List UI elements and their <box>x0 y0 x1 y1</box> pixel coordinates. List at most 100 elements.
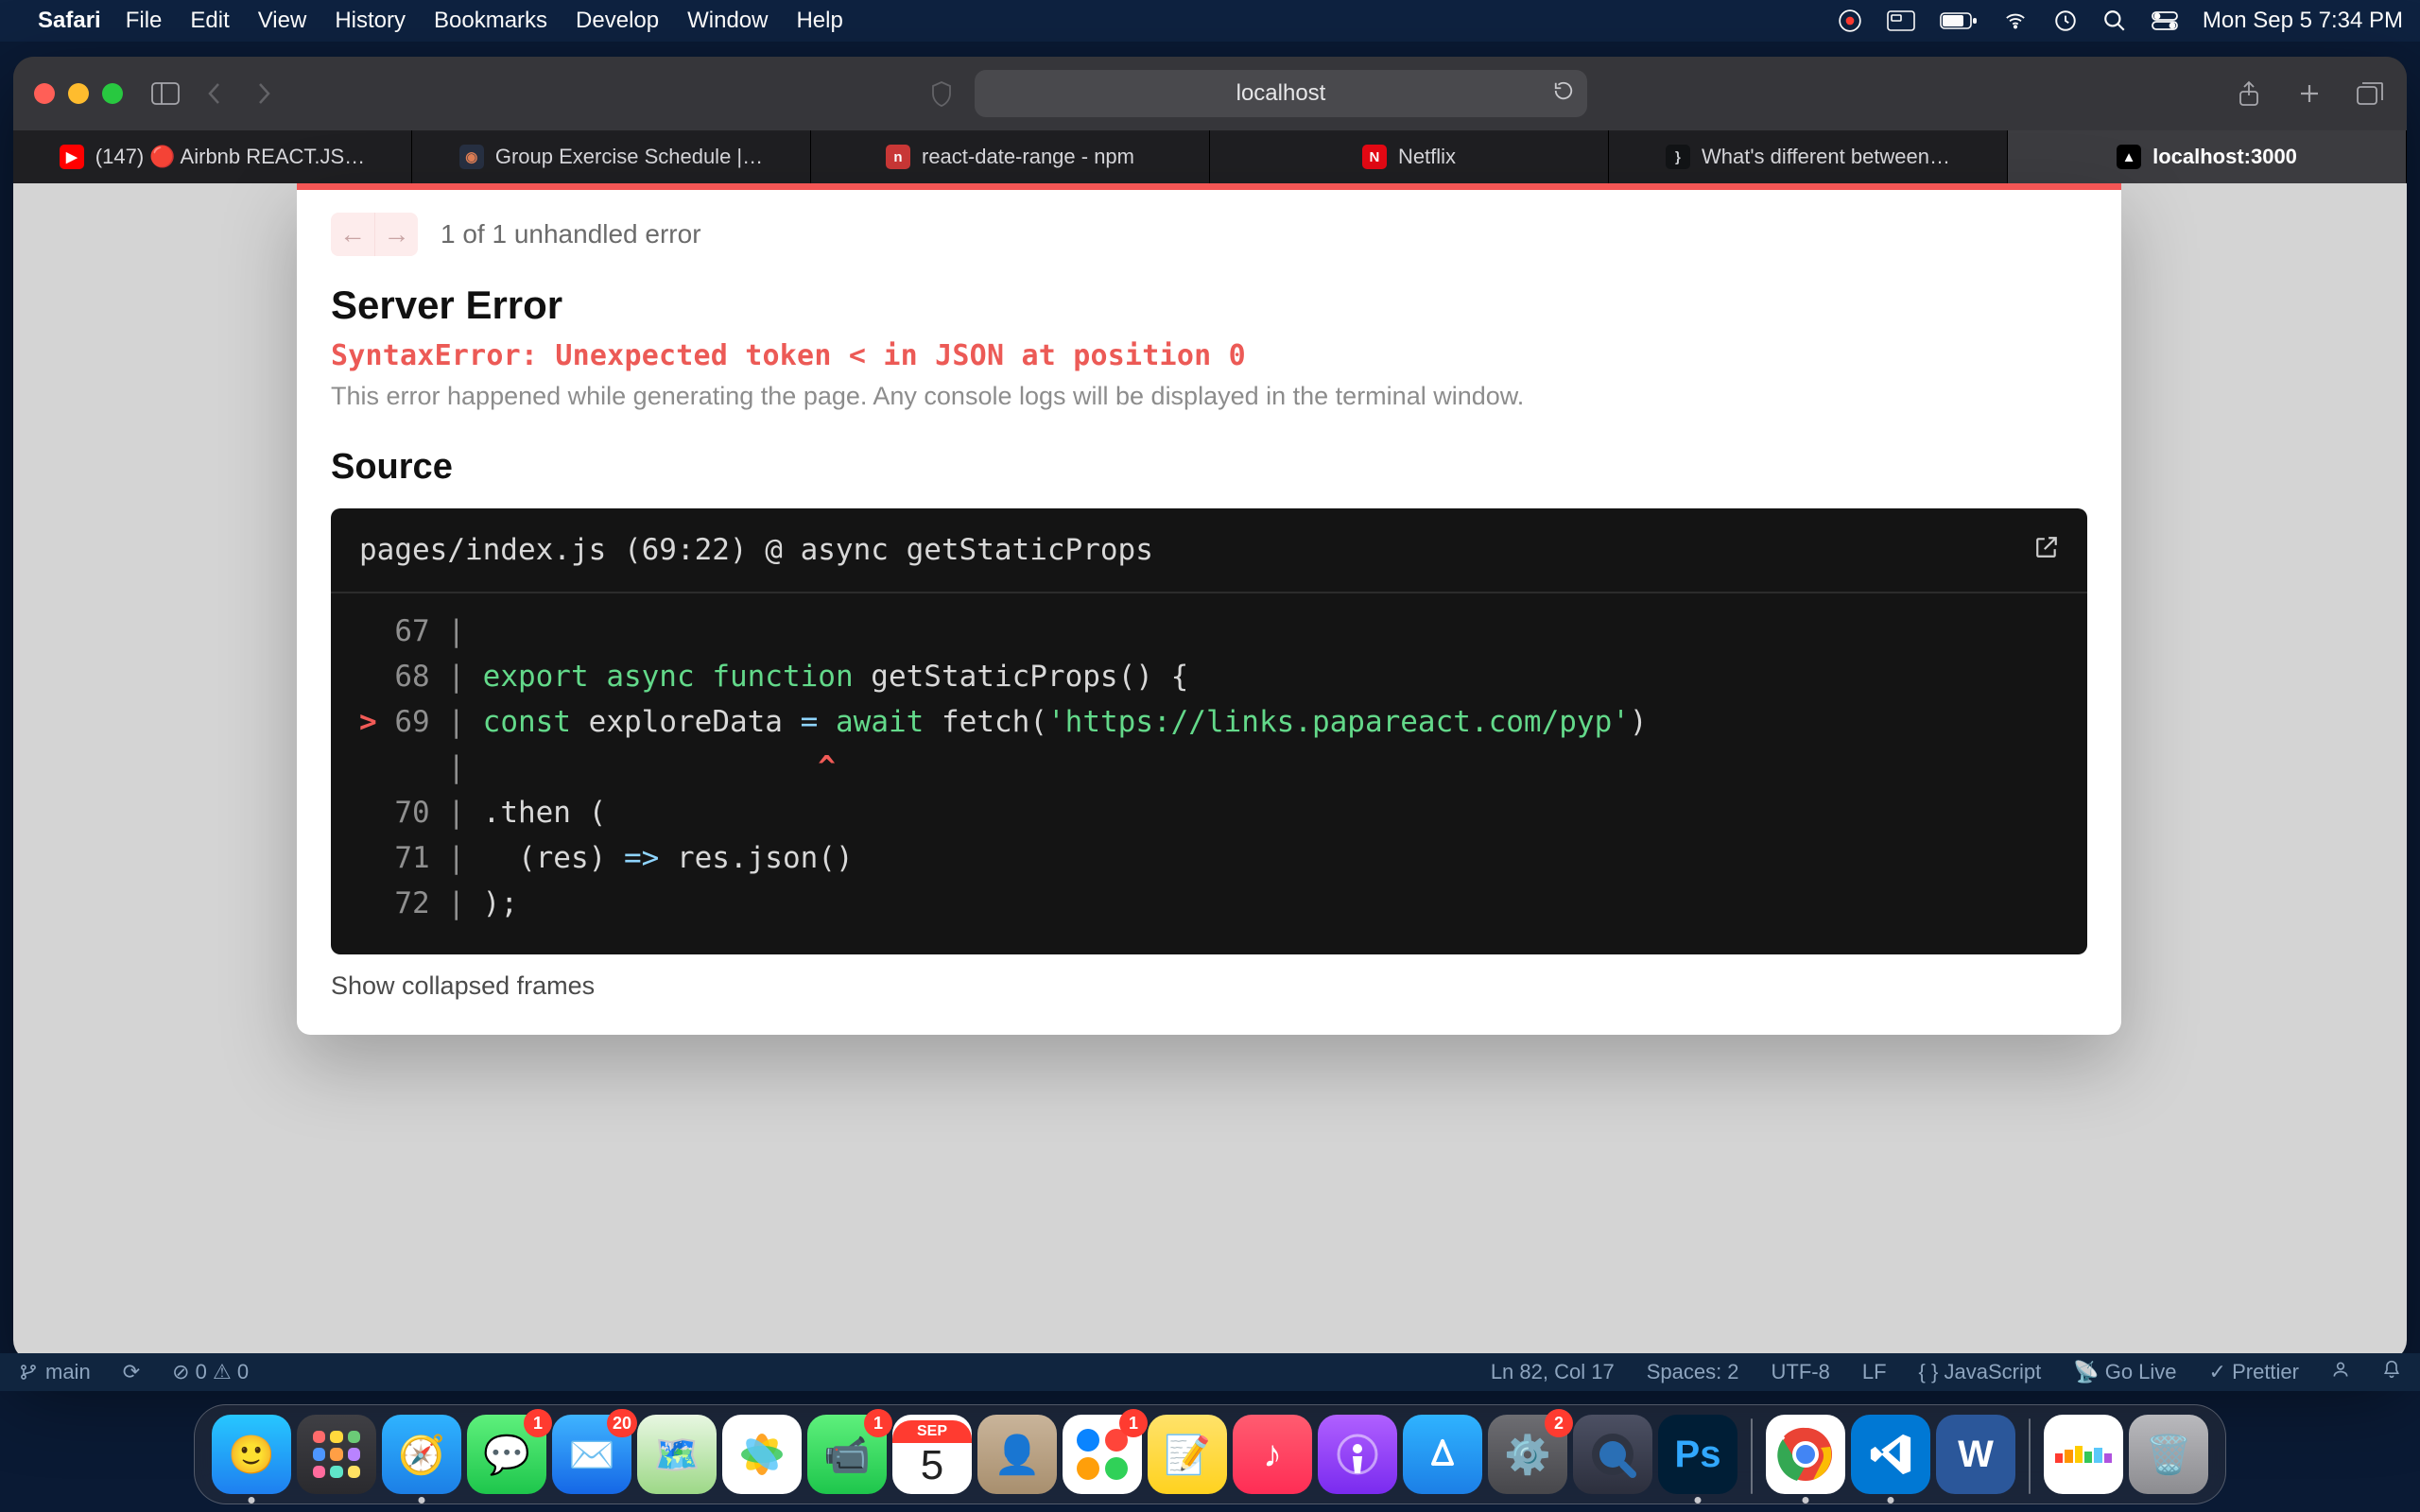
dock-mail[interactable]: ✉️20 <box>552 1415 631 1494</box>
error-counter: 1 of 1 unhandled error <box>441 219 701 249</box>
dock-facetime[interactable]: 📹1 <box>807 1415 887 1494</box>
git-sync[interactable]: ⟳ <box>123 1360 140 1384</box>
show-collapsed-frames-link[interactable]: Show collapsed frames <box>331 971 2087 1001</box>
dock-launchpad[interactable] <box>297 1415 376 1494</box>
source-code-box: pages/index.js (69:22) @ async getStatic… <box>331 508 2087 954</box>
tab-group-exercise[interactable]: ◉ Group Exercise Schedule |… <box>412 130 811 183</box>
indent-setting[interactable]: Spaces: 2 <box>1647 1360 1739 1384</box>
dock-trash[interactable]: 🗑️ <box>2129 1415 2208 1494</box>
dock-photos[interactable] <box>722 1415 802 1494</box>
menu-history[interactable]: History <box>335 8 406 34</box>
control-center-icon[interactable] <box>2152 11 2178 30</box>
tab-localhost[interactable]: ▲ localhost:3000 <box>2008 130 2407 183</box>
dock-system-settings[interactable]: ⚙️2 <box>1488 1415 1567 1494</box>
minimize-window-button[interactable] <box>68 83 89 104</box>
prettier-status[interactable]: ✓ Prettier <box>2209 1360 2299 1384</box>
dock-finder[interactable]: 🙂 <box>212 1415 291 1494</box>
eol[interactable]: LF <box>1862 1360 1887 1384</box>
tab-youtube[interactable]: ▶ (147) 🔴 Airbnb REACT.JS… <box>13 130 412 183</box>
encoding[interactable]: UTF-8 <box>1772 1360 1830 1384</box>
keyboard-input-icon[interactable] <box>1887 10 1915 31</box>
safari-toolbar: localhost <box>13 57 2407 130</box>
tab-label: react-date-range - npm <box>922 145 1134 169</box>
tab-label: Netflix <box>1398 145 1456 169</box>
error-title: Server Error <box>331 283 2087 328</box>
dock-separator <box>1751 1418 1753 1494</box>
menu-view[interactable]: View <box>258 8 307 34</box>
safari-window: localhost ▶ (147) 🔴 Airbnb REACT.JS… ◉ G… <box>13 57 2407 1361</box>
spotlight-icon[interactable] <box>2102 9 2127 33</box>
forward-button[interactable] <box>248 77 280 110</box>
cursor-position[interactable]: Ln 82, Col 17 <box>1491 1360 1615 1384</box>
youtube-icon: ▶ <box>60 145 84 169</box>
open-in-editor-icon[interactable] <box>2034 527 2059 573</box>
go-live[interactable]: 📡 Go Live <box>2073 1360 2176 1384</box>
menu-help[interactable]: Help <box>796 8 842 34</box>
notifications-icon[interactable] <box>2382 1360 2401 1384</box>
tab-label: What's different between… <box>1702 145 1950 169</box>
source-location: pages/index.js (69:22) @ async getStatic… <box>359 527 1153 573</box>
vercel-icon: ▲ <box>2117 145 2141 169</box>
dock-vscode[interactable] <box>1851 1415 1930 1494</box>
dock-appstore[interactable] <box>1403 1415 1482 1494</box>
dock-folder[interactable] <box>2044 1415 2123 1494</box>
fullscreen-window-button[interactable] <box>102 83 123 104</box>
share-icon[interactable] <box>2233 77 2265 110</box>
dock-safari[interactable]: 🧭 <box>382 1415 461 1494</box>
site-icon: } <box>1666 145 1690 169</box>
screen-record-icon[interactable] <box>1838 9 1862 33</box>
dock-separator <box>2029 1418 2031 1494</box>
dock-contacts[interactable]: 👤 <box>977 1415 1057 1494</box>
dock-messages[interactable]: 💬1 <box>467 1415 546 1494</box>
code-body: 67 | 68 | export async function getStati… <box>331 593 2087 954</box>
site-icon: ◉ <box>459 145 484 169</box>
next-error-button[interactable]: → <box>374 213 418 256</box>
address-text: localhost <box>1236 80 1326 107</box>
battery-icon[interactable] <box>1940 11 1978 30</box>
dock-maps[interactable]: 🗺️ <box>637 1415 717 1494</box>
tab-label: (147) 🔴 Airbnb REACT.JS… <box>95 145 365 169</box>
menu-edit[interactable]: Edit <box>190 8 229 34</box>
dock-quicktime[interactable] <box>1573 1415 1652 1494</box>
npm-icon: n <box>886 145 910 169</box>
new-tab-icon[interactable] <box>2293 77 2325 110</box>
dock-notes[interactable]: 📝 <box>1148 1415 1227 1494</box>
address-bar[interactable]: localhost <box>975 70 1586 117</box>
wifi-icon[interactable] <box>2002 10 2029 31</box>
reload-icon[interactable] <box>1553 79 1574 109</box>
app-name[interactable]: Safari <box>38 8 101 34</box>
dock-word[interactable]: W <box>1936 1415 2015 1494</box>
menu-window[interactable]: Window <box>687 8 768 34</box>
prev-error-button[interactable]: ← <box>331 213 374 256</box>
error-nav: ← → <box>331 213 418 256</box>
dock-reminders[interactable]: 1 <box>1063 1415 1142 1494</box>
privacy-shield-icon[interactable] <box>925 77 958 110</box>
tab-npm[interactable]: n react-date-range - npm <box>811 130 1210 183</box>
dock-chrome[interactable] <box>1766 1415 1845 1494</box>
menu-develop[interactable]: Develop <box>576 8 659 34</box>
page-viewport: ← → 1 of 1 unhandled error Server Error … <box>13 183 2407 1361</box>
source-heading: Source <box>331 447 2087 488</box>
close-window-button[interactable] <box>34 83 55 104</box>
back-button[interactable] <box>199 77 231 110</box>
tab-netflix[interactable]: N Netflix <box>1210 130 1609 183</box>
dock-podcasts[interactable] <box>1318 1415 1397 1494</box>
menu-file[interactable]: File <box>126 8 163 34</box>
account-icon[interactable] <box>2331 1360 2350 1384</box>
timemachine-icon[interactable] <box>2053 9 2078 33</box>
dock-calendar[interactable]: SEP5 <box>892 1415 972 1494</box>
sidebar-toggle-icon[interactable] <box>149 77 182 110</box>
dock: 🙂 🧭 💬1 ✉️20 🗺️ 📹1 SEP5 👤 1 📝 ♪ ⚙️2 Ps W … <box>194 1404 2226 1504</box>
tab-overview-icon[interactable] <box>2354 77 2386 110</box>
tab-whats-different[interactable]: } What's different between… <box>1609 130 2008 183</box>
tab-label: localhost:3000 <box>2152 145 2297 169</box>
language-mode[interactable]: { } JavaScript <box>1919 1360 2042 1384</box>
dock-photoshop[interactable]: Ps <box>1658 1415 1737 1494</box>
dock-music[interactable]: ♪ <box>1233 1415 1312 1494</box>
error-description: This error happened while generating the… <box>331 382 2087 411</box>
git-branch[interactable]: main <box>19 1360 91 1384</box>
macos-menubar: Safari File Edit View History Bookmarks … <box>0 0 2420 42</box>
menubar-clock[interactable]: Mon Sep 5 7:34 PM <box>2203 8 2403 34</box>
menu-bookmarks[interactable]: Bookmarks <box>434 8 547 34</box>
problems-count[interactable]: ⊘ 0 ⚠ 0 <box>172 1360 249 1384</box>
